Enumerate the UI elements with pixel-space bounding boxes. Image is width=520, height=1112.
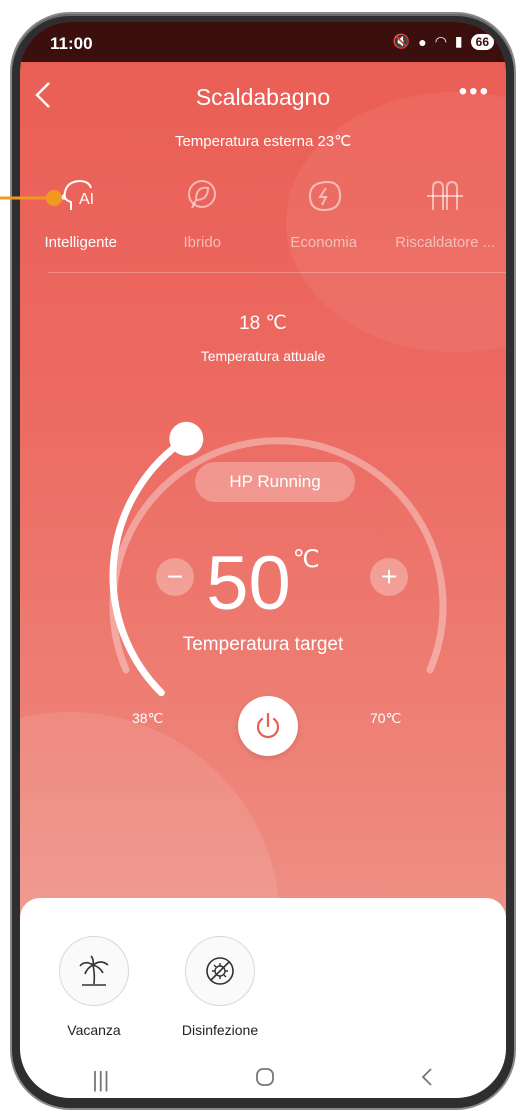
home-button[interactable] — [254, 1066, 276, 1094]
feature-label: Disinfezione — [181, 1022, 259, 1038]
mode-label: Intelligente — [44, 234, 118, 251]
feature-icon-circle — [59, 936, 129, 1006]
min-temperature-label: 38℃ — [132, 710, 164, 726]
hybrid-icon — [188, 180, 217, 209]
signal-icon: ▮ — [454, 33, 463, 49]
target-temperature-label: Temperatura target — [182, 634, 344, 655]
status-badge: HP Running — [195, 462, 355, 502]
more-options-button[interactable]: ••• — [459, 78, 490, 106]
outside-temperature: Temperatura esterna 23℃ — [174, 133, 352, 150]
mode-label: Economia — [290, 234, 358, 251]
system-back-button[interactable] — [420, 1066, 434, 1094]
annotation-dot — [46, 190, 62, 206]
dial-knob[interactable] — [169, 421, 204, 456]
max-temperature-label: 70℃ — [370, 710, 402, 726]
wifi-icon: ◠ — [434, 33, 447, 49]
status-icons: 🔇 ● ◠ ▮ 66 — [393, 33, 494, 50]
feature-label: Vacanza — [67, 1022, 121, 1038]
home-icon — [255, 1068, 274, 1086]
status-bar: 11:00 🔇 ● ◠ ▮ 66 — [20, 22, 506, 62]
location-icon: ● — [418, 33, 427, 50]
system-nav-bar: ||| — [20, 1062, 506, 1098]
mode-label: Riscaldatore ... — [395, 234, 496, 251]
current-temperature: 18 ℃ — [239, 313, 287, 334]
palm-tree-icon — [79, 955, 109, 986]
current-temperature-label: Temperatura attuale — [200, 348, 326, 364]
mode-selector: AI Intelligente Ibrido Economia Riscalda… — [20, 174, 506, 264]
svg-text:AI: AI — [79, 191, 94, 208]
power-icon — [256, 712, 280, 739]
power-button[interactable] — [238, 696, 298, 756]
divider — [48, 272, 506, 273]
heater-icon — [427, 180, 464, 210]
target-unit: ℃ — [292, 546, 320, 573]
back-arrow-icon — [421, 1068, 432, 1086]
annotation-pointer — [0, 190, 62, 206]
feature-disinfezione[interactable]: Disinfezione — [168, 936, 272, 1038]
recent-apps-button[interactable]: ||| — [92, 1067, 109, 1093]
feature-icon-circle — [185, 936, 255, 1006]
target-value: 50 — [206, 541, 291, 626]
disinfection-icon — [206, 957, 234, 985]
mode-ibrido[interactable]: Ibrido — [142, 174, 264, 264]
target-temperature: 50℃ — [20, 540, 506, 627]
mode-riscaldatore[interactable]: Riscaldatore ... — [385, 174, 507, 264]
phone-frame: 11:00 🔇 ● ◠ ▮ 66 Scaldabagno ••• Tempera… — [12, 14, 514, 1108]
app-screen: 11:00 🔇 ● ◠ ▮ 66 Scaldabagno ••• Tempera… — [20, 22, 506, 1098]
eco-leaf-icon — [308, 180, 341, 212]
mode-economia[interactable]: Economia — [263, 174, 385, 264]
page-title: Scaldabagno — [195, 84, 331, 110]
feature-vacanza[interactable]: Vacanza — [52, 936, 136, 1038]
mute-icon: 🔇 — [392, 33, 411, 49]
battery-icon: 66 — [470, 33, 494, 50]
mode-label: Ibrido — [183, 234, 222, 251]
